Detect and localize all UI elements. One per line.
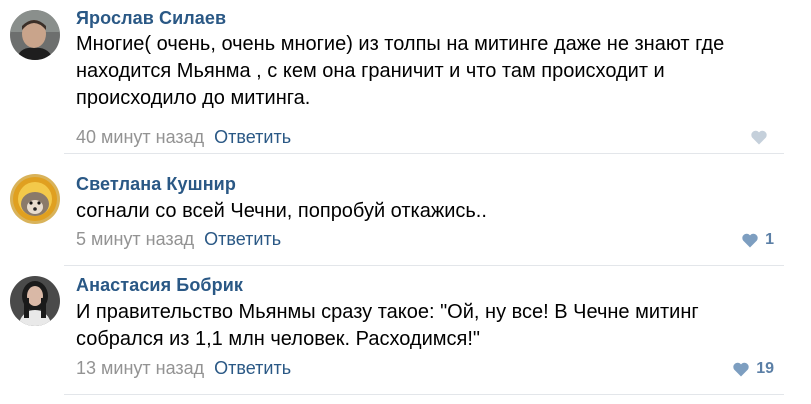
reply-button[interactable]: Ответить <box>214 358 291 378</box>
comment-meta: 13 минут назад Ответить <box>76 358 291 379</box>
comment-author[interactable]: Светлана Кушнир <box>76 174 236 195</box>
comment-item: Ярослав Силаев Многие( очень, очень мног… <box>0 0 811 153</box>
like-button[interactable] <box>750 129 774 145</box>
like-button[interactable]: 19 <box>732 360 774 378</box>
comment-meta: 40 минут назад Ответить <box>76 127 291 148</box>
comment-time[interactable]: 40 минут назад <box>76 127 204 147</box>
comment-text: согнали со всей Чечни, попробуй откажись… <box>76 198 796 225</box>
comment-text-line: происходило до митинга. <box>76 87 311 109</box>
avatar[interactable] <box>10 174 60 224</box>
comment-author[interactable]: Анастасия Бобрик <box>76 275 243 296</box>
comment-text: И правительство Мьянмы сразу такое: "Ой,… <box>76 299 796 353</box>
avatar[interactable] <box>10 276 60 326</box>
avatar[interactable] <box>10 10 60 60</box>
heart-icon <box>742 233 758 248</box>
reply-button[interactable]: Ответить <box>214 127 291 147</box>
comment-text-line: Многие( очень, очень многие) из толпы на… <box>76 33 725 55</box>
like-count: 19 <box>756 360 774 377</box>
like-count: 1 <box>765 231 774 248</box>
reply-button[interactable]: Ответить <box>204 229 281 249</box>
heart-icon <box>751 130 767 145</box>
comment-time[interactable]: 5 минут назад <box>76 229 194 249</box>
comment-text-line: И правительство Мьянмы сразу такое: "Ой,… <box>76 301 699 323</box>
comment-item: Светлана Кушнир согнали со всей Чечни, п… <box>0 154 811 265</box>
comment-author[interactable]: Ярослав Силаев <box>76 8 226 29</box>
comment-text: Многие( очень, очень многие) из толпы на… <box>76 31 796 112</box>
heart-icon <box>733 362 749 377</box>
comment-text-line: находится Мьянма , с кем она граничит и … <box>76 60 665 82</box>
comment-meta: 5 минут назад Ответить <box>76 229 281 250</box>
like-button[interactable]: 1 <box>741 231 774 249</box>
comment-item: Анастасия Бобрик И правительство Мьянмы … <box>0 266 811 394</box>
comment-divider <box>64 394 784 395</box>
comment-text-line: согнали со всей Чечни, попробуй откажись… <box>76 200 487 222</box>
comment-text-line: собрался из 1,1 млн человек. Расходимся!… <box>76 328 481 350</box>
comment-time[interactable]: 13 минут назад <box>76 358 204 378</box>
